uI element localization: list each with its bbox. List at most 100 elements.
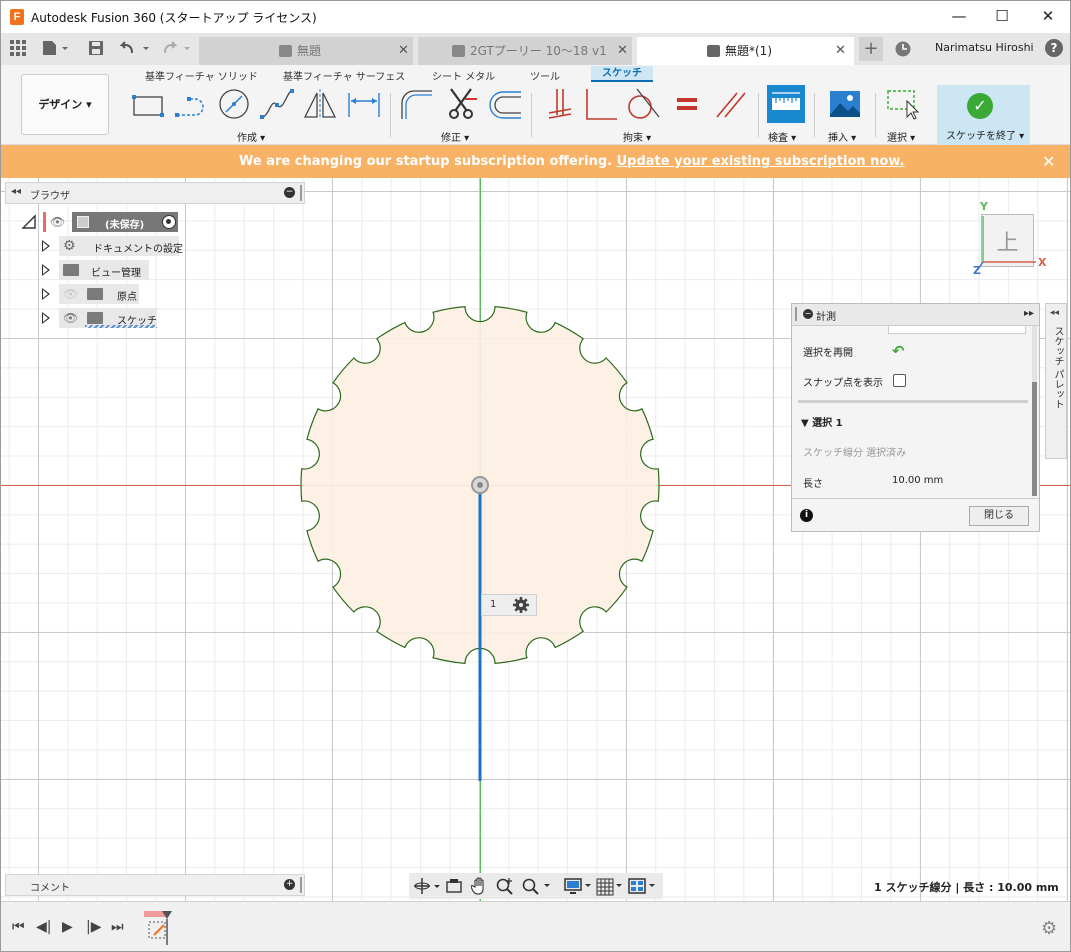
expand-dialog-icon[interactable]: ▸▸ [1024, 308, 1034, 319]
collapse-triangle-icon[interactable] [21, 214, 37, 230]
minimize-button[interactable]: — [936, 1, 982, 31]
browser-item-sketches[interactable]: 👁 スケッチ [41, 308, 161, 328]
restart-selection-icon[interactable]: ↶ [892, 342, 905, 360]
rectangle-tool-icon[interactable] [131, 87, 165, 121]
insert-image-icon[interactable] [828, 87, 862, 121]
timeline-settings-gear-icon[interactable]: ⚙ [1041, 918, 1057, 939]
tab-untitled-1[interactable]: 無題*(1) ✕ [637, 37, 854, 65]
close-window-button[interactable]: ✕ [1025, 1, 1070, 31]
tab-close-icon[interactable]: ✕ [398, 37, 409, 65]
expand-palette-icon[interactable]: ◂◂ [1050, 308, 1059, 318]
banner-close-icon[interactable]: ✕ [1042, 152, 1055, 171]
tab-close-icon[interactable]: ✕ [617, 37, 628, 65]
create-group-label[interactable]: 作成 ▾ [237, 129, 265, 144]
dialog-grip-icon[interactable] [795, 307, 797, 321]
collapse-panel-icon[interactable]: ◂◂ [11, 186, 21, 197]
dimension-badge[interactable]: 1 [481, 594, 537, 616]
step-back-icon[interactable]: ◀| [36, 919, 51, 935]
sketch-palette-tab[interactable]: ◂◂ スケッチ パレット [1045, 303, 1067, 459]
timeline-playhead-icon[interactable] [162, 911, 172, 945]
close-measure-button[interactable]: 閉じる [969, 506, 1029, 526]
activate-radio-icon[interactable] [162, 215, 176, 229]
maximize-button[interactable]: ☐ [979, 1, 1025, 31]
tangent-constraint-icon[interactable] [625, 87, 660, 121]
browser-item-origin[interactable]: 👁 原点 [41, 284, 151, 304]
help-icon[interactable]: ? [1045, 39, 1063, 57]
tab-untitled[interactable]: 無題 ✕ [199, 37, 413, 65]
user-account-name[interactable]: Narimatsu Hiroshi [935, 41, 1034, 54]
browser-panel-header[interactable]: ◂◂ ブラウザ − [5, 182, 305, 204]
equal-constraint-icon[interactable] [671, 87, 705, 121]
inspect-group-label[interactable]: 検査 ▾ [768, 129, 796, 144]
job-status-clock-icon[interactable] [894, 40, 912, 58]
redo-icon[interactable] [161, 40, 195, 58]
tab-pulley[interactable]: 2GTプーリー 10～18 v1 ✕ [418, 37, 632, 65]
save-icon[interactable] [88, 40, 104, 58]
expand-triangle-icon[interactable] [42, 264, 50, 276]
minus-circle-icon[interactable]: − [803, 309, 813, 319]
visibility-eye-icon[interactable]: 👁 [50, 215, 65, 229]
app-grid-icon[interactable] [10, 40, 26, 58]
ribbon-tab-tools[interactable]: ツール [530, 68, 560, 83]
constraints-group-label[interactable]: 拘束 ▾ [623, 129, 651, 144]
display-settings-icon[interactable] [563, 876, 593, 896]
panel-grip-icon[interactable] [300, 877, 302, 893]
look-at-icon[interactable] [445, 877, 463, 895]
gear-sketch[interactable] [1, 178, 1071, 901]
spline-tool-icon[interactable] [259, 87, 294, 121]
play-icon[interactable]: ▶ [62, 919, 73, 935]
go-to-end-icon[interactable]: ⏭ [111, 919, 124, 935]
browser-item-named-views[interactable]: ビュー管理 [41, 260, 151, 280]
expand-triangle-icon[interactable] [42, 312, 50, 324]
grid-snaps-icon[interactable] [595, 876, 625, 896]
file-menu-icon[interactable] [42, 40, 70, 58]
select-window-icon[interactable] [885, 87, 920, 121]
update-subscription-link[interactable]: Update your existing subscription now. [617, 154, 905, 169]
minus-circle-icon[interactable]: − [284, 187, 295, 198]
browser-root-row[interactable]: 👁 (未保存) [21, 212, 181, 232]
fit-zoom-icon[interactable] [521, 876, 551, 896]
hidden-eye-icon[interactable]: 👁 [63, 287, 78, 301]
perpendicular-constraint-icon[interactable] [583, 87, 617, 121]
step-forward-icon[interactable]: |▶ [86, 919, 101, 935]
ribbon-tab-sketch[interactable]: スケッチ [591, 66, 653, 82]
viewports-icon[interactable] [627, 876, 657, 896]
workspace-switcher-button[interactable]: デザイン ▾ [21, 74, 109, 135]
info-icon[interactable]: i [800, 509, 813, 522]
browser-item-document-settings[interactable]: ⚙ ドキュメントの設定 [41, 236, 183, 256]
visibility-eye-icon[interactable]: 👁 [63, 311, 78, 325]
trim-scissors-icon[interactable] [445, 87, 479, 121]
parallel-constraint-icon[interactable] [713, 87, 747, 121]
orbit-icon[interactable] [413, 877, 441, 895]
line-tool-icon[interactable] [173, 87, 207, 121]
measure-tool-icon[interactable] [767, 85, 805, 123]
fillet-tool-icon[interactable] [398, 87, 432, 121]
modify-group-label[interactable]: 修正 ▾ [441, 129, 469, 144]
selection-heading[interactable]: ▼ 選択 1 [801, 414, 843, 429]
offset-tool-icon[interactable] [487, 87, 521, 121]
tab-close-icon[interactable]: ✕ [835, 37, 846, 65]
coincident-constraint-icon[interactable] [543, 87, 577, 121]
undo-icon[interactable] [119, 40, 154, 58]
circle-tool-icon[interactable] [217, 87, 251, 121]
pan-hand-icon[interactable] [471, 876, 489, 896]
comments-panel-header[interactable]: コメント + [5, 874, 305, 896]
dialog-scrollbar[interactable] [1032, 326, 1037, 496]
go-to-start-icon[interactable]: ⏮ [12, 919, 25, 935]
zoom-icon[interactable] [495, 876, 515, 896]
select-group-label[interactable]: 選択 ▾ [887, 129, 915, 144]
ribbon-tab-surface[interactable]: 基準フィーチャ サーフェス [283, 68, 405, 83]
sketch-canvas[interactable]: 1 [1, 178, 1071, 901]
measure-dialog-header[interactable]: − 計測 ▸▸ [792, 304, 1039, 326]
new-tab-button[interactable]: + [859, 37, 883, 61]
gear-settings-icon[interactable] [512, 596, 530, 617]
ribbon-tab-solid[interactable]: 基準フィーチャ ソリッド [145, 68, 258, 83]
expand-triangle-icon[interactable] [42, 288, 50, 300]
dimension-tool-icon[interactable] [347, 87, 381, 121]
insert-group-label[interactable]: 挿入 ▾ [828, 129, 856, 144]
timeline-sketch-feature[interactable] [144, 911, 172, 945]
measure-dialog[interactable]: − 計測 ▸▸ 選択を再開 ↶ スナップ点を表示 ▼ 選択 1 スケッチ線分 選… [791, 303, 1040, 532]
expand-triangle-icon[interactable] [42, 240, 50, 252]
panel-grip-icon[interactable] [300, 185, 302, 201]
show-snap-points-checkbox[interactable] [893, 374, 906, 387]
